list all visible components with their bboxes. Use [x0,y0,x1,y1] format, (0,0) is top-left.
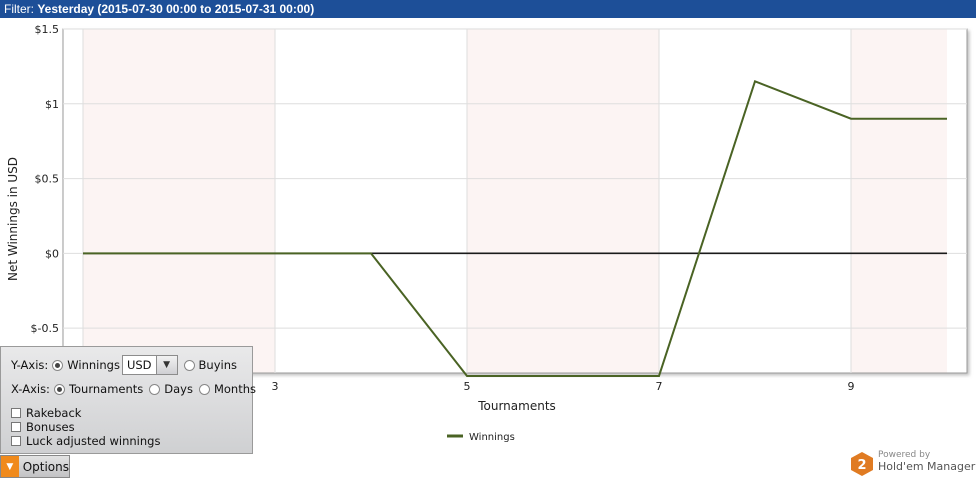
y-axis-title: Net Winnings in USD [6,157,20,281]
shaded-band [83,29,275,373]
buyins-label: Buyins [198,358,238,372]
winnings-label: Winnings [67,358,120,372]
currency-value: USD [126,358,152,372]
luck-row[interactable]: Luck adjusted winnings [11,434,160,448]
legend-label: Winnings [469,432,515,443]
shaded-band [467,29,659,373]
holdem-manager-logo: 2 Powered by Hold'em Manager [850,450,976,478]
powered-by-text: Powered by [878,450,931,460]
filter-label: Filter: [4,2,34,16]
brand-name: Hold'em Manager [878,460,976,473]
days-radio[interactable] [149,383,161,395]
options-panel: Y-Axis: Winnings USD ▼ Buyins X-Axis: To… [0,346,256,454]
legend: Winnings [447,432,515,443]
tournaments-label: Tournaments [68,382,144,396]
x-tick-label: 7 [656,380,663,393]
bonuses-checkbox[interactable] [11,422,21,432]
hm-badge-number: 2 [857,458,866,473]
luck-label: Luck adjusted winnings [26,434,161,448]
rakeback-row[interactable]: Rakeback [11,406,81,420]
months-radio[interactable] [198,383,210,395]
x-tick-label: 5 [464,380,471,393]
winnings-radio[interactable] [52,359,64,371]
buyins-radio[interactable] [183,359,195,371]
rakeback-checkbox[interactable] [11,408,21,418]
x-tick-label: 9 [848,380,855,393]
bonuses-label: Bonuses [26,420,75,434]
x-axis-label: X-Axis: [11,382,50,396]
x-axis-title: Tournaments [477,399,556,413]
months-label: Months [213,382,257,396]
options-button-label: Options [22,459,69,474]
y-tick-label: $1 [45,98,59,111]
tournaments-radio[interactable] [53,383,65,395]
y-axis-row: Y-Axis: Winnings USD ▼ Buyins [11,355,237,375]
x-tick-label: 3 [272,380,279,393]
filter-value: Yesterday (2015-07-30 00:00 to 2015-07-3… [37,2,315,16]
y-tick-label: $-0.5 [31,322,59,335]
y-tick-label: $0.5 [35,173,60,186]
hm-badge-icon: 2 [851,452,873,476]
bonuses-row[interactable]: Bonuses [11,420,75,434]
luck-checkbox[interactable] [11,436,21,446]
rakeback-label: Rakeback [26,406,82,420]
chevron-down-icon[interactable]: ▼ [155,356,177,374]
days-label: Days [164,382,193,396]
y-tick-label: $1.5 [35,23,60,36]
chevron-down-icon: ▼ [1,456,19,477]
y-tick-label: $0 [45,247,59,260]
filter-bar: Filter: Yesterday (2015-07-30 00:00 to 2… [0,0,976,18]
shaded-band [851,29,947,373]
y-axis-label: Y-Axis: [11,358,49,372]
x-axis-row: X-Axis: Tournaments Days Months [11,382,256,396]
currency-select[interactable]: USD ▼ [121,355,178,375]
options-button[interactable]: ▼ Options [0,455,70,478]
